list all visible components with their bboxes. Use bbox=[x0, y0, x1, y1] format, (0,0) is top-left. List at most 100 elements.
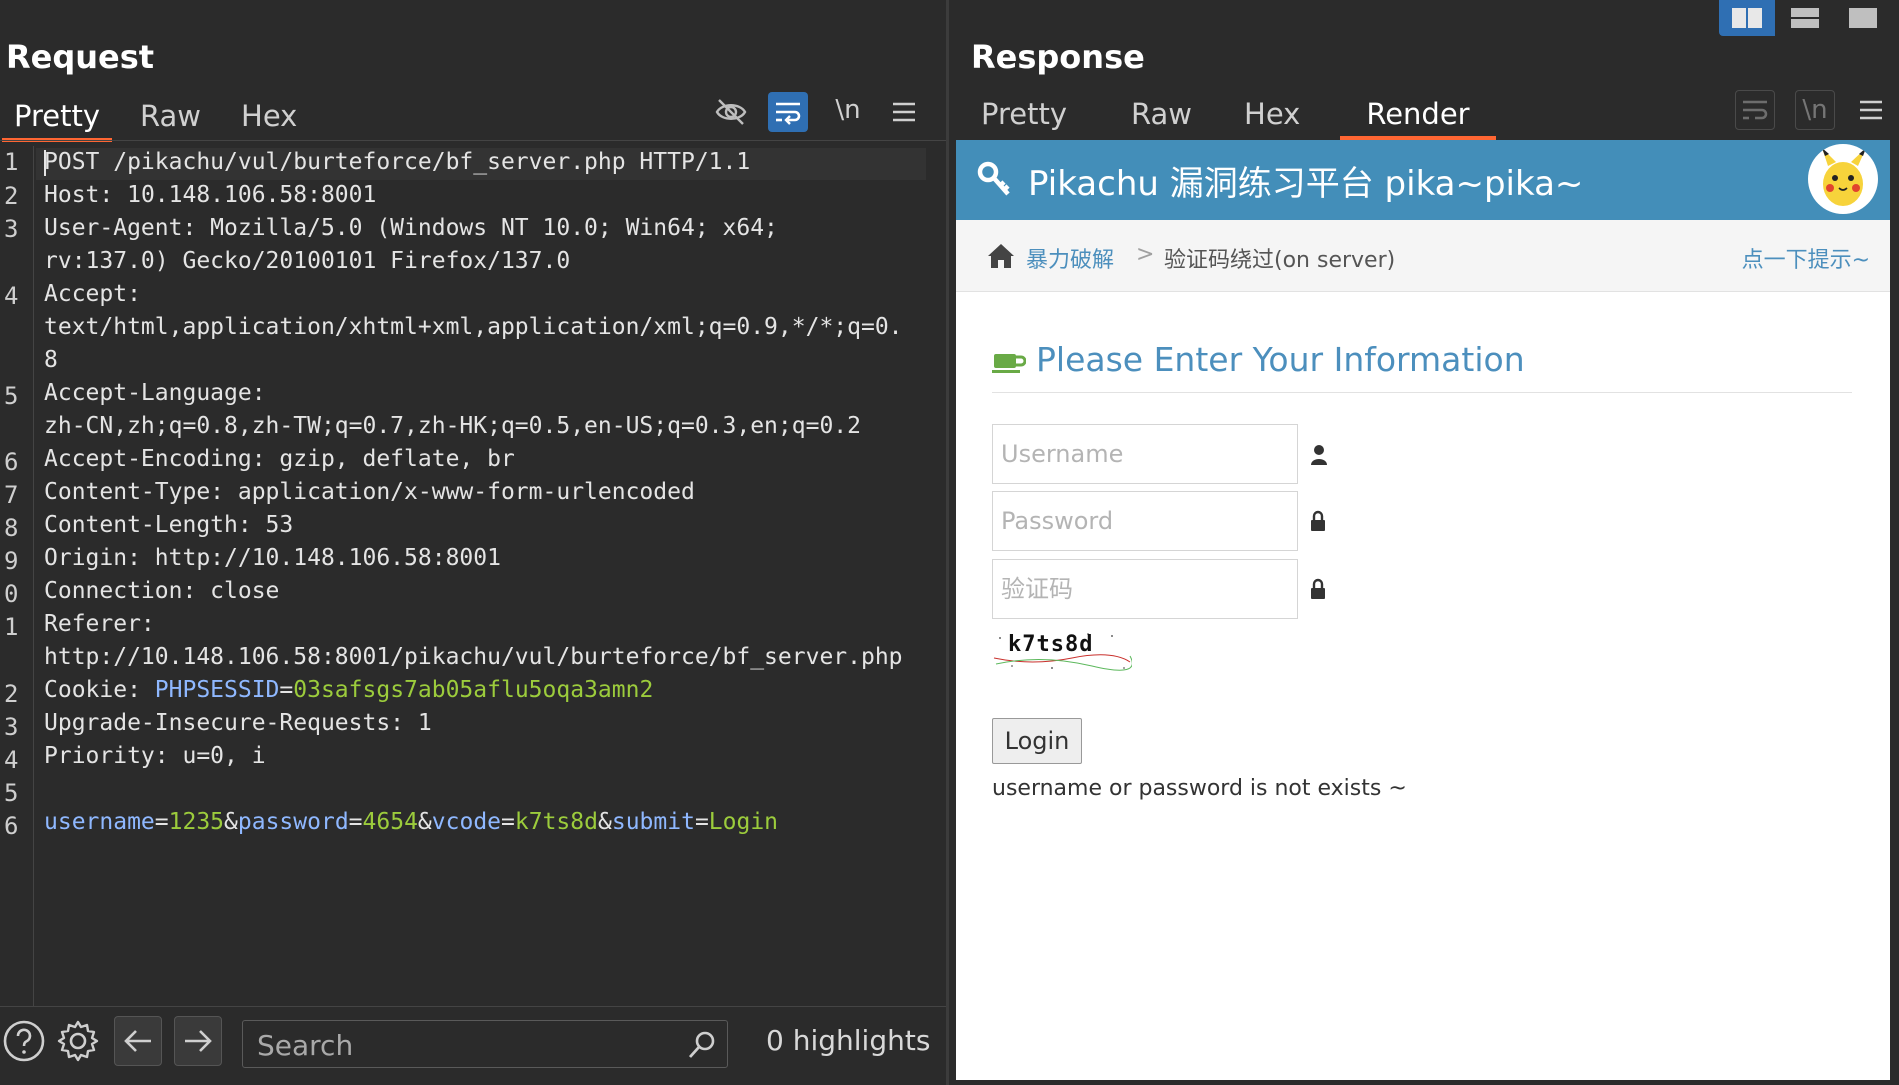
gear-icon bbox=[57, 1020, 99, 1062]
header-value: 10.148.106.58:8001 bbox=[127, 182, 377, 208]
line-number: 4 bbox=[4, 746, 19, 774]
layout-split-vertical-button[interactable] bbox=[1777, 0, 1833, 36]
param-value: k7ts8d bbox=[514, 809, 598, 835]
param-equals: = bbox=[348, 809, 363, 835]
split-horizontal-icon bbox=[1732, 8, 1762, 28]
help-button[interactable] bbox=[0, 1016, 48, 1066]
line-number: 1 bbox=[4, 148, 19, 176]
username-field[interactable] bbox=[992, 424, 1298, 484]
breadcrumb-current: 验证码绕过(on server) bbox=[1164, 248, 1396, 273]
param-name: username bbox=[44, 809, 155, 835]
hint-link[interactable]: 点一下提示~ bbox=[1742, 242, 1870, 274]
line-number: 8 bbox=[4, 514, 19, 542]
error-message: username or password is not exists ~ bbox=[992, 776, 1407, 801]
header-referer-value: http://10.148.106.58:8001/pikachu/vul/bu… bbox=[44, 644, 903, 670]
lock-icon bbox=[1311, 578, 1325, 599]
header-cookie: Cookie: PHPSESSID=03safsgs7ab05aflu5oqa3… bbox=[44, 674, 653, 707]
header-referer: Referer: bbox=[44, 611, 155, 637]
burp-repeater-window: Request Pretty Raw Hex \n 1 2 3 4 5 6 7 … bbox=[0, 0, 1899, 1085]
word-wrap-button[interactable] bbox=[768, 92, 808, 132]
response-menu-button[interactable] bbox=[1851, 90, 1891, 130]
param-separator: & bbox=[417, 809, 432, 835]
line-number: 3 bbox=[4, 713, 19, 741]
home-icon[interactable] bbox=[986, 242, 1016, 270]
response-tabs: Pretty Raw Hex Render bbox=[969, 92, 1496, 140]
response-newline-button[interactable]: \n bbox=[1795, 90, 1835, 130]
header-upgrade-insecure: Upgrade-Insecure-Requests: 1 bbox=[44, 710, 432, 736]
header-connection: Connection: close bbox=[44, 578, 280, 604]
search-input[interactable] bbox=[257, 1027, 657, 1063]
header-user-agent-cont: rv:137.0) Gecko/20100101 Firefox/137.0 bbox=[44, 248, 571, 274]
captcha-image[interactable]: k7ts8d bbox=[992, 628, 1133, 672]
wrap-icon bbox=[776, 102, 801, 125]
param-name: password bbox=[237, 809, 349, 835]
param-equals: = bbox=[694, 809, 709, 835]
previous-match-button[interactable] bbox=[114, 1016, 162, 1066]
line-number: 1 bbox=[4, 613, 19, 641]
menu-icon bbox=[893, 102, 915, 122]
line-number: 3 bbox=[4, 215, 19, 243]
cookie-equals: = bbox=[279, 677, 294, 703]
request-editor[interactable]: 1 2 3 4 5 6 7 8 9 0 1 2 3 4 5 6 POST /pi… bbox=[0, 146, 946, 1006]
tab-hex[interactable]: Hex bbox=[229, 94, 309, 138]
header-origin: Origin: http://10.148.106.58:8001 bbox=[44, 545, 501, 571]
coffee-icon bbox=[992, 354, 1026, 373]
arrow-right-icon bbox=[185, 1030, 212, 1052]
line-number: 0 bbox=[4, 580, 19, 608]
next-match-button[interactable] bbox=[174, 1016, 222, 1066]
search-icon[interactable] bbox=[687, 1030, 717, 1060]
param-value: 4654 bbox=[362, 809, 418, 835]
key-icon bbox=[977, 161, 1010, 196]
response-title: Response bbox=[971, 38, 1145, 76]
line-number-gutter bbox=[0, 146, 34, 1006]
tab-pretty[interactable]: Pretty bbox=[969, 92, 1079, 136]
response-pane: Response Pretty Raw Hex Render \n Pikach… bbox=[949, 0, 1899, 1085]
header-user-agent: User-Agent: Mozilla/5.0 (Windows NT 10.0… bbox=[44, 215, 778, 241]
param-separator: & bbox=[224, 809, 238, 835]
tab-render[interactable]: Render bbox=[1340, 92, 1496, 140]
header-accept-encoding: Accept-Encoding: gzip, deflate, br bbox=[44, 446, 515, 472]
header-key: Cookie: bbox=[44, 677, 155, 703]
hide-nonprintable-button[interactable] bbox=[711, 92, 751, 132]
header-accept-language-value: zh-CN,zh;q=0.8,zh-TW;q=0.7,zh-HK;q=0.5,e… bbox=[44, 413, 861, 439]
line-number: 2 bbox=[4, 680, 19, 708]
highlights-count: 0 highlights bbox=[766, 1024, 931, 1057]
vcode-field[interactable] bbox=[992, 559, 1298, 619]
tab-hex[interactable]: Hex bbox=[1232, 92, 1312, 136]
breadcrumb-link-bruteforce[interactable]: 暴力破解 bbox=[1026, 242, 1114, 274]
show-newlines-button[interactable]: \n bbox=[828, 90, 868, 130]
header-accept: Accept: bbox=[44, 281, 141, 307]
tab-raw[interactable]: Raw bbox=[1119, 92, 1204, 136]
settings-button[interactable] bbox=[54, 1016, 102, 1066]
request-body: username=1235&password=4654&vcode=k7ts8d… bbox=[44, 806, 778, 839]
param-equals: = bbox=[501, 809, 515, 835]
line-number: 6 bbox=[4, 812, 19, 840]
wrap-icon bbox=[1743, 100, 1768, 120]
request-line: POST /pikachu/vul/burteforce/bf_server.p… bbox=[44, 146, 750, 179]
layout-single-button[interactable] bbox=[1835, 0, 1891, 36]
header-content-type: Content-Type: application/x-www-form-url… bbox=[44, 479, 695, 505]
header-accept-value: text/html,application/xhtml+xml,applicat… bbox=[44, 314, 903, 340]
tab-raw[interactable]: Raw bbox=[128, 94, 213, 138]
login-button[interactable]: Login bbox=[992, 718, 1082, 764]
line-number: 2 bbox=[4, 182, 19, 210]
tab-pretty[interactable]: Pretty bbox=[2, 94, 113, 142]
response-wrap-button[interactable] bbox=[1735, 90, 1775, 130]
request-menu-button[interactable] bbox=[884, 92, 924, 132]
password-field[interactable] bbox=[992, 491, 1298, 551]
request-title: Request bbox=[6, 38, 155, 76]
line-number: 4 bbox=[4, 282, 19, 310]
param-value: 1235 bbox=[168, 809, 225, 835]
header-content-length: Content-Length: 53 bbox=[44, 512, 294, 538]
rendered-response: Pikachu 漏洞练习平台 pika~pika~ 暴力破解 > 验证码绕过(o… bbox=[956, 140, 1890, 1080]
captcha-text: k7ts8d bbox=[1008, 632, 1094, 657]
site-title[interactable]: Pikachu 漏洞练习平台 pika~pika~ bbox=[1028, 156, 1583, 205]
request-pane: Request Pretty Raw Hex \n 1 2 3 4 5 6 7 … bbox=[0, 0, 946, 1085]
layout-split-horizontal-button[interactable] bbox=[1719, 0, 1775, 36]
lock-icon bbox=[1311, 510, 1325, 531]
param-name: vcode bbox=[431, 809, 502, 835]
header-priority: Priority: u=0, i bbox=[44, 743, 266, 769]
request-line-text: POST /pikachu/vul/burteforce/bf_server.p… bbox=[44, 149, 751, 175]
split-vertical-icon bbox=[1791, 8, 1819, 28]
request-tabs: Pretty Raw Hex bbox=[2, 94, 309, 142]
